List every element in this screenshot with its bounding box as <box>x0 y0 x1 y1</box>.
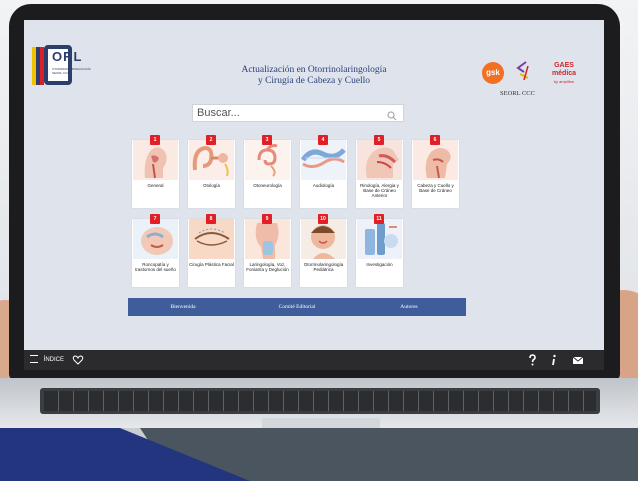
tile-label: Otología <box>202 183 220 188</box>
search-input[interactable] <box>193 105 383 121</box>
logo-text: ORL <box>52 49 83 64</box>
ear-anatomy-icon <box>189 140 234 180</box>
tile-badge: 10 <box>318 214 328 224</box>
facial-eye-icon <box>189 219 234 259</box>
nasal-cavity-icon <box>357 140 402 180</box>
gaes-logo: GAES médica by amplifon <box>546 62 582 86</box>
gaes-line-2: médica <box>551 70 577 77</box>
index-button[interactable]: ÍNDICE <box>30 350 64 370</box>
tile-badge: 4 <box>318 135 328 145</box>
gsk-logo: gsk <box>482 62 504 84</box>
bottom-toolbar: ÍNDICE <box>24 350 604 370</box>
nav-comite-editorial[interactable]: Comité Editorial <box>252 298 342 316</box>
tile-badge: 9 <box>262 214 272 224</box>
topic-tile-audiologia[interactable]: 4 Audiología <box>300 135 347 208</box>
head-anatomy-icon <box>133 140 178 180</box>
topic-tile-cabeza-cuello[interactable]: 6 Cabeza y Cuello y Base de Cráneo <box>412 135 459 208</box>
tile-label: Rinología, Alergia y Base de Cráneo Ante… <box>360 183 399 198</box>
search-icon[interactable] <box>387 108 397 121</box>
tile-badge: 1 <box>150 135 160 145</box>
tile-badge: 7 <box>150 214 160 224</box>
tile-badge: 2 <box>206 135 216 145</box>
tile-badge: 8 <box>206 214 216 224</box>
head-neck-icon <box>413 140 458 180</box>
tile-label: Laringología, Voz, Foniatría y Deglución <box>246 262 289 272</box>
page-title: Actualización en Otorrinolaringología y … <box>204 65 424 87</box>
cochlea-section-icon <box>301 140 346 180</box>
index-label: ÍNDICE <box>43 357 65 363</box>
main-nav: Bienvenida Comité Editorial Autores <box>128 298 466 316</box>
topic-tile-cirugia-plastica[interactable]: 8 Cirugía Plástica Facial <box>188 214 235 287</box>
orl-logo[interactable]: ORL OTORRINOLARINGOLOGÍA SEORL CCC <box>32 45 91 89</box>
topic-tile-roncopatia[interactable]: 7 Roncopatía y trastornos del sueño <box>132 214 179 287</box>
laptop-screen: ORL OTORRINOLARINGOLOGÍA SEORL CCC Actua… <box>24 20 604 370</box>
topic-tile-investigacion[interactable]: 11 Investigación <box>356 214 403 287</box>
topic-tile-general[interactable]: 1 General <box>132 135 179 208</box>
tile-label: Cirugía Plástica Facial <box>189 262 234 267</box>
seorl-label: SEORL CCC <box>500 90 535 97</box>
tile-label: Roncopatía y trastornos del sueño <box>135 262 176 272</box>
tile-label: Otorrinolaringología Pediátrica <box>303 262 344 272</box>
lab-research-icon <box>357 219 402 259</box>
topic-tile-pediatrica[interactable]: 10 Otorrinolaringología Pediátrica <box>300 214 347 287</box>
nav-bienvenida[interactable]: Bienvenida <box>138 298 228 316</box>
mail-icon[interactable] <box>572 354 584 366</box>
tile-badge: 5 <box>374 135 384 145</box>
tile-label: Audiología <box>312 183 335 188</box>
search-box[interactable] <box>192 104 404 122</box>
tile-badge: 6 <box>430 135 440 145</box>
sleep-airway-icon <box>133 219 178 259</box>
topic-tile-laringologia[interactable]: 9 Laringología, Voz, Foniatría y Degluci… <box>244 214 291 287</box>
larynx-icon <box>245 219 290 259</box>
inner-ear-icon <box>245 140 290 180</box>
topic-tile-rinologia[interactable]: 5 Rinología, Alergia y Base de Cráneo An… <box>356 135 403 208</box>
title-line-1: Actualización en Otorrinolaringología <box>241 65 387 75</box>
list-icon <box>30 355 38 364</box>
child-head-icon <box>301 219 346 259</box>
topic-tile-otologia[interactable]: 2 Otología <box>188 135 235 208</box>
heart-icon[interactable] <box>72 354 84 366</box>
help-icon[interactable] <box>526 354 538 366</box>
tile-label: General <box>147 183 164 188</box>
tile-label: Otoneurología <box>253 183 282 188</box>
nav-autores[interactable]: Autores <box>364 298 454 316</box>
tile-badge: 11 <box>374 214 384 224</box>
tile-label: Investigación <box>366 262 393 267</box>
topic-tile-otoneurologia[interactable]: 3 Otoneurología <box>244 135 291 208</box>
gaes-small: by amplifon <box>553 79 575 84</box>
tile-label: Cabeza y Cuello y Base de Cráneo <box>417 183 454 193</box>
keyboard-keys <box>44 391 596 411</box>
logo-subtext: OTORRINOLARINGOLOGÍA SEORL CCC <box>52 67 91 75</box>
gaes-line-1: GAES <box>554 62 574 69</box>
sponsor-logos: gsk GAES médica by amplifon SEORL CCC <box>480 60 598 102</box>
info-icon[interactable] <box>548 354 560 366</box>
seorl-mark-icon <box>514 60 534 82</box>
title-line-2: y Cirugía de Cabeza y Cuello <box>257 76 371 86</box>
tile-badge: 3 <box>262 135 272 145</box>
